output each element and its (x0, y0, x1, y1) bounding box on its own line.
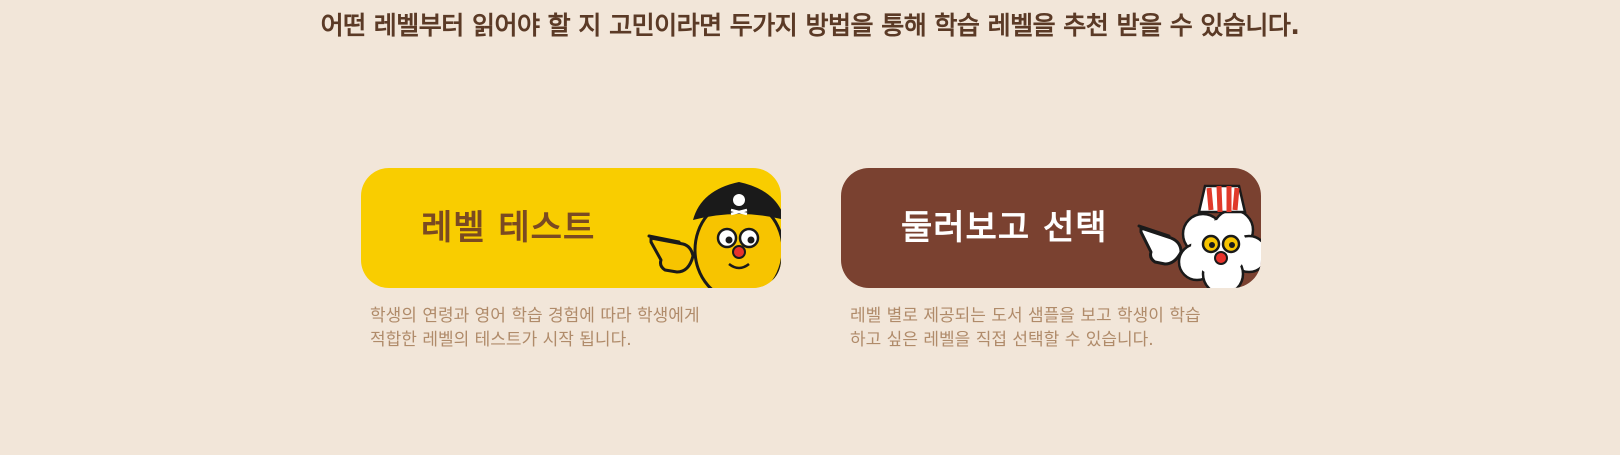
level-test-description: 학생의 연령과 영어 학습 경험에 따라 학생에게 적합한 레벨의 테스트가 시… (361, 304, 781, 352)
pirate-hat-mascot-icon (647, 182, 781, 288)
level-test-button[interactable]: 레벨 테스트 (361, 168, 781, 288)
browse-select-card: 둘러보고 선택 레벨 별로 제공되는 도서 샘플을 보고 학생이 학습 하고 싶… (841, 168, 1261, 352)
description-line: 학생의 연령과 영어 학습 경험에 따라 학생에게 (370, 306, 700, 326)
description-line: 적합한 레벨의 테스트가 시작 됩니다. (370, 330, 632, 350)
popcorn-mascot-icon (1137, 184, 1261, 288)
browse-select-button-label: 둘러보고 선택 (901, 208, 1108, 248)
description-line: 레벨 별로 제공되는 도서 샘플을 보고 학생이 학습 (850, 306, 1201, 326)
browse-select-description: 레벨 별로 제공되는 도서 샘플을 보고 학생이 학습 하고 싶은 레벨을 직접… (841, 304, 1261, 352)
level-test-button-label: 레벨 테스트 (421, 208, 596, 248)
level-test-card: 레벨 테스트 학생의 연령과 영어 학습 경험에 따라 학생에게 적합한 레벨의… (361, 168, 781, 352)
page-headline: 어떤 레벨부터 읽어야 할 지 고민이라면 두가지 방법을 통해 학습 레벨을 … (320, 11, 1300, 40)
browse-select-button[interactable]: 둘러보고 선택 (841, 168, 1261, 288)
description-line: 하고 싶은 레벨을 직접 선택할 수 있습니다. (850, 330, 1154, 350)
